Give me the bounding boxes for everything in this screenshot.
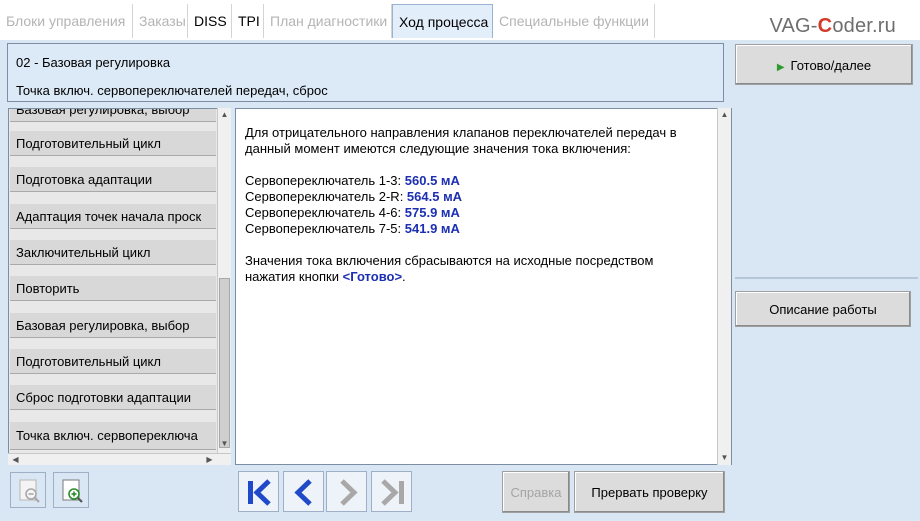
list-item[interactable]: Повторить [10,276,216,301]
previous-step-button[interactable] [283,471,324,512]
procedure-title: 02 - Базовая регулировка [16,55,171,70]
list-item[interactable]: Подготовительный цикл [10,131,216,156]
tab-orders[interactable]: Заказы [133,4,188,38]
tab-process[interactable]: Ход процесса [392,4,493,38]
chevron-left-icon [294,479,312,506]
intro-line: Для отрицательного направления клапанов … [245,125,677,140]
tab-diss[interactable]: DISS [188,4,232,38]
note-line: нажатия кнопки <Готово>. [245,269,406,284]
steps-list-hscrollbar[interactable]: ◀ ▶ [8,453,231,465]
measurement-value: 560.5 мA [404,173,460,188]
zoom-in-button[interactable] [53,472,89,508]
list-item[interactable]: Подготовка адаптации [10,167,216,192]
list-item[interactable]: Сброс подготовки адаптации [10,385,216,410]
list-item[interactable]: Адаптация точек начала проск [10,204,216,229]
list-item[interactable]: Заключительный цикл [10,240,216,265]
zoom-out-button[interactable] [10,472,46,508]
measurement-value: 564.5 мA [406,189,463,204]
note-line: Значения тока включения сбрасываются на … [245,253,654,268]
measurement-row: Сервопереключатель 2-R: 564.5 мA [245,189,463,204]
work-description-button[interactable]: Описание работы [735,291,911,327]
zoom-in-icon [62,479,83,503]
next-step-button[interactable] [326,471,367,512]
tab-control-units[interactable]: Блоки управления [0,4,133,38]
scroll-thumb[interactable] [219,278,230,448]
instruction-text: Для отрицательного направления клапанов … [245,125,715,285]
list-item[interactable]: Базовая регулировка, выбор [10,313,216,338]
list-item[interactable]: Базовая регулировка, выбор [10,109,216,122]
procedure-header: 02 - Базовая регулировка Точка включ. се… [7,43,724,102]
scroll-right-icon[interactable]: ▶ [203,454,216,466]
measurement-row: Сервопереключатель 4-6: 575.9 мA [245,205,460,220]
zoom-out-icon [19,479,40,503]
ready-next-button[interactable]: ▶ Готово/далее [735,44,913,85]
last-step-button[interactable] [371,471,412,512]
instruction-scrollbar[interactable]: ▲ ▼ [717,108,731,465]
ready-button-reference: <Готово> [342,269,403,284]
scroll-down-icon[interactable]: ▼ [218,438,231,450]
scroll-down-icon[interactable]: ▼ [718,452,731,464]
skip-first-icon [248,479,271,506]
steps-list: Базовая регулировка, выбор Подготовитель… [8,108,231,465]
measurement-value: 541.9 мA [404,221,460,236]
measurement-value: 575.9 мA [404,205,460,220]
list-item[interactable]: Подготовительный цикл [10,349,216,374]
tab-bar: Блоки управления Заказы DISS TPI План ди… [0,0,920,40]
watermark-logo: VAG-Coder.ru [769,15,896,37]
scroll-left-icon[interactable]: ◀ [9,454,22,466]
tab-special-functions[interactable]: Специальные функции [493,4,655,38]
help-button[interactable]: Справка [502,471,570,513]
tab-diagnostic-plan[interactable]: План диагностики [264,4,392,38]
instruction-panel: Для отрицательного направления клапанов … [235,108,732,465]
scroll-up-icon[interactable]: ▲ [218,109,231,121]
measurement-row: Сервопереключатель 7-5: 541.9 мA [245,221,460,236]
chevron-right-icon [340,479,358,506]
first-step-button[interactable] [238,471,279,512]
steps-list-scrollbar[interactable]: ▲ ▼ [217,108,231,465]
divider [735,277,918,279]
procedure-step-title: Точка включ. сервопереключателей передач… [16,83,328,98]
play-icon: ▶ [776,62,785,73]
list-item-current[interactable]: Точка включ. сервопереключа [10,422,216,450]
tab-tpi[interactable]: TPI [232,4,264,38]
skip-last-icon [381,479,404,506]
abort-test-button[interactable]: Прервать проверку [574,471,725,513]
measurement-row: Сервопереключатель 1-3: 560.5 мA [245,173,460,188]
right-action-panel [733,40,920,521]
intro-line: данный момент имеются следующие значения… [245,141,631,156]
scroll-up-icon[interactable]: ▲ [718,109,731,121]
